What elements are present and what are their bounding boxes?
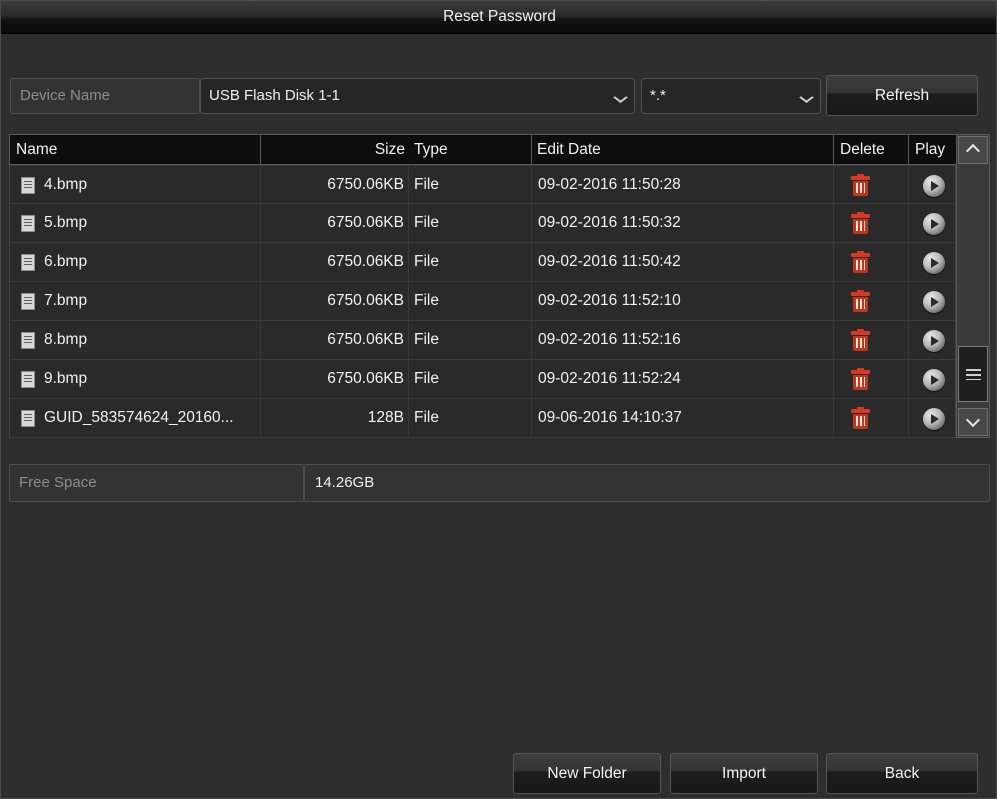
column-header-name[interactable]: Name	[10, 135, 261, 164]
file-filter-select[interactable]: *.*	[641, 78, 821, 114]
play-icon[interactable]	[923, 330, 945, 352]
new-folder-button[interactable]: New Folder	[513, 753, 661, 794]
delete-icon[interactable]	[851, 174, 870, 196]
cell-size: 128B	[367, 409, 404, 426]
play-icon[interactable]	[923, 252, 945, 274]
table-header-row: Name Size Type Edit Date Delete Play	[9, 134, 990, 165]
cell-name: 8.bmp	[44, 331, 88, 348]
page-title: Reset Password	[443, 8, 556, 25]
delete-icon[interactable]	[851, 290, 870, 312]
delete-icon[interactable]	[851, 251, 870, 273]
table-row[interactable]: 7.bmp 6750.06KB File 09-02-2016 11:52:10	[9, 282, 956, 321]
cell-name: 6.bmp	[44, 253, 88, 270]
scrollbar-thumb[interactable]	[958, 346, 988, 402]
play-icon[interactable]	[923, 291, 945, 313]
file-table: Name Size Type Edit Date Delete Play 4.b…	[9, 134, 990, 454]
free-space-label: Free Space	[9, 464, 304, 502]
free-space-value: 14.26GB	[304, 464, 990, 502]
cell-edit-date: 09-02-2016 11:50:42	[538, 253, 681, 270]
cell-name: 5.bmp	[44, 214, 88, 231]
column-divider	[408, 165, 409, 438]
cell-type: File	[414, 409, 439, 426]
table-row[interactable]: 5.bmp 6750.06KB File 09-02-2016 11:50:32	[9, 204, 956, 243]
file-icon	[21, 332, 35, 349]
cell-edit-date: 09-02-2016 11:50:32	[538, 214, 681, 231]
chevron-down-icon	[616, 93, 625, 99]
file-icon	[21, 254, 35, 271]
table-scrollbar[interactable]	[956, 134, 990, 438]
import-button[interactable]: Import	[670, 753, 818, 794]
cell-size: 6750.06KB	[327, 176, 404, 193]
file-icon	[21, 177, 35, 194]
chevron-up-icon	[968, 146, 978, 156]
column-divider	[833, 165, 834, 438]
file-icon	[21, 293, 35, 310]
scroll-up-button[interactable]	[958, 136, 988, 164]
file-filter-value: *.*	[650, 87, 666, 104]
delete-icon[interactable]	[851, 407, 870, 429]
cell-type: File	[414, 176, 439, 193]
column-divider	[260, 165, 261, 438]
cell-type: File	[414, 214, 439, 231]
back-button[interactable]: Back	[826, 753, 978, 794]
cell-size: 6750.06KB	[327, 253, 404, 270]
cell-type: File	[414, 370, 439, 387]
column-header-type[interactable]: Type	[409, 135, 532, 164]
play-icon[interactable]	[923, 213, 945, 235]
cell-name: 7.bmp	[44, 292, 88, 309]
cell-type: File	[414, 292, 439, 309]
play-icon[interactable]	[923, 175, 945, 197]
cell-size: 6750.06KB	[327, 214, 404, 231]
cell-type: File	[414, 331, 439, 348]
cell-size: 6750.06KB	[327, 370, 404, 387]
device-name-label: Device Name	[10, 78, 200, 114]
delete-icon[interactable]	[851, 212, 870, 234]
file-icon	[21, 371, 35, 388]
column-header-size[interactable]: Size	[261, 135, 409, 164]
delete-icon[interactable]	[851, 329, 870, 351]
table-row[interactable]: 9.bmp 6750.06KB File 09-02-2016 11:52:24	[9, 360, 956, 399]
cell-edit-date: 09-02-2016 11:52:24	[538, 370, 681, 387]
column-header-play[interactable]: Play	[909, 135, 959, 164]
cell-edit-date: 09-02-2016 11:52:10	[538, 292, 681, 309]
top-toolbar: Device Name USB Flash Disk 1-1 *.* Refre…	[1, 34, 996, 116]
refresh-button[interactable]: Refresh	[826, 75, 978, 116]
scroll-down-button[interactable]	[958, 408, 988, 436]
table-body: 4.bmp 6750.06KB File 09-02-2016 11:50:28 5.b…	[9, 165, 956, 438]
table-row[interactable]: 8.bmp 6750.06KB File 09-02-2016 11:52:16	[9, 321, 956, 360]
chevron-down-icon	[802, 93, 811, 99]
delete-icon[interactable]	[851, 368, 870, 390]
grip-icon	[966, 369, 981, 380]
chevron-down-icon	[968, 415, 978, 425]
file-icon	[21, 410, 35, 427]
table-row[interactable]: GUID_583574624_20160... 128B File 09-06-201…	[9, 399, 956, 438]
cell-type: File	[414, 253, 439, 270]
device-name-select[interactable]: USB Flash Disk 1-1	[200, 78, 635, 114]
play-icon[interactable]	[923, 408, 945, 430]
device-name-value: USB Flash Disk 1-1	[209, 87, 340, 104]
cell-edit-date: 09-06-2016 14:10:37	[538, 409, 682, 426]
cell-name: 4.bmp	[44, 176, 88, 193]
cell-edit-date: 09-02-2016 11:52:16	[538, 331, 681, 348]
cell-size: 6750.06KB	[327, 292, 404, 309]
free-space-row: Free Space 14.26GB	[9, 464, 990, 502]
play-icon[interactable]	[923, 369, 945, 391]
column-divider	[908, 165, 909, 438]
column-header-delete[interactable]: Delete	[834, 135, 909, 164]
cell-size: 6750.06KB	[327, 331, 404, 348]
column-header-edit-date[interactable]: Edit Date	[532, 135, 834, 164]
cell-name: GUID_583574624_20160...	[44, 409, 234, 426]
column-divider	[531, 165, 532, 438]
cell-edit-date: 09-02-2016 11:50:28	[538, 176, 681, 193]
reset-password-dialog: Reset Password Device Name USB Flash Dis…	[0, 0, 997, 799]
table-row[interactable]: 6.bmp 6750.06KB File 09-02-2016 11:50:42	[9, 243, 956, 282]
file-icon	[21, 215, 35, 232]
cell-name: 9.bmp	[44, 370, 88, 387]
title-bar: Reset Password	[1, 1, 996, 34]
table-row[interactable]: 4.bmp 6750.06KB File 09-02-2016 11:50:28	[9, 165, 956, 204]
